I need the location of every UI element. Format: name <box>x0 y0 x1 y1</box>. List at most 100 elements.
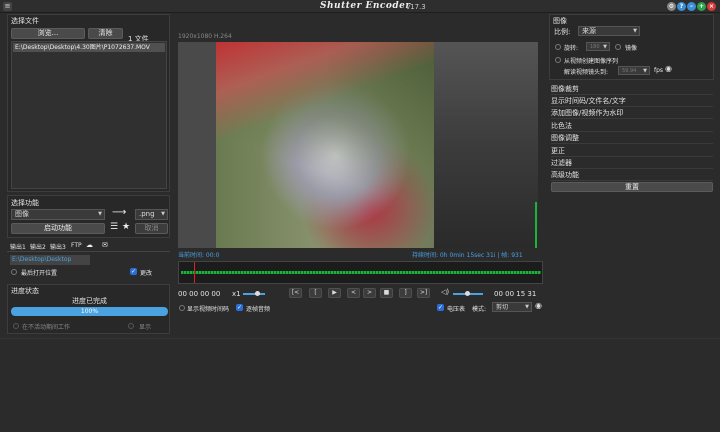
video-preview[interactable] <box>178 42 538 248</box>
image-panel-heading: 图像 <box>553 17 567 25</box>
vu-meter-label: 电压表 <box>447 306 466 313</box>
go-end-button[interactable]: >] <box>417 288 430 298</box>
output-panel: 输出1 输出2 输出3 FTP ☁ ✉ E:\Desktop\Desktop 最… <box>7 241 170 281</box>
change-checkbox[interactable]: ✓ <box>130 268 137 275</box>
progress-panel: 进度状态 进度已完成 100% 在不活动期间工作 显示 <box>7 284 170 334</box>
file-list[interactable]: E:\Desktop\Desktop\4.30图片\P1072637.MOV <box>11 41 167 189</box>
arrow-right-icon: ⟶ <box>112 207 127 218</box>
app-logo-icon: ≡ <box>3 2 12 11</box>
volume-slider[interactable] <box>453 291 483 296</box>
preview-right-bg <box>433 42 538 248</box>
function-panel: 选择功能 图像 ⟶ .png 启动功能 ☰ ★ 取消 <box>7 195 170 238</box>
minimize-button[interactable]: – <box>687 2 696 11</box>
open-last-radio[interactable] <box>11 269 17 275</box>
function-section-heading: 选择功能 <box>11 199 39 207</box>
ratio-label: 比例: <box>554 28 571 36</box>
function-select[interactable]: 图像 <box>11 209 105 220</box>
title-bar: ≡ Shutter Encoder v17.3 ⚙ ? – + × <box>0 0 720 13</box>
inactive-label: 在不活动期间工作 <box>22 324 71 331</box>
menu-item-correction[interactable]: 更正 <box>551 146 713 157</box>
file-section-heading: 选择文件 <box>11 17 39 25</box>
current-time: 当前时间: 00:0 <box>178 252 220 259</box>
format-select[interactable]: .png <box>135 209 168 220</box>
vu-meter-checkbox[interactable]: ✓ <box>437 304 444 311</box>
speed-label: x1 <box>232 290 241 298</box>
prev-frame-button[interactable]: < <box>347 288 360 298</box>
menu-item-colorimetry[interactable]: 比色法 <box>551 121 713 132</box>
mail-icon[interactable]: ✉ <box>102 241 108 249</box>
menu-item-adjust[interactable]: 图像调整 <box>551 133 713 144</box>
tab-output1[interactable]: 输出1 <box>10 242 26 251</box>
timecode-out[interactable]: 00 00 15 31 <box>494 290 536 298</box>
app-title: Shutter Encoder <box>320 1 411 11</box>
display-radio[interactable] <box>128 323 134 329</box>
tab-output3[interactable]: 输出3 <box>50 242 66 251</box>
open-last-label: 最后打开位置 <box>21 270 58 277</box>
vu-meter-left <box>535 202 537 248</box>
menu-item-advanced[interactable]: 高级功能 <box>551 170 713 181</box>
video-info: 1920x1080 H.264 <box>178 33 232 40</box>
show-timecode-label: 显示视频时间码 <box>187 306 230 313</box>
cancel-button[interactable]: 取消 <box>135 223 168 234</box>
progress-percent: 100% <box>80 308 99 315</box>
reset-button[interactable]: 重置 <box>551 182 713 192</box>
output-path[interactable]: E:\Desktop\Desktop <box>10 255 90 265</box>
preview-image <box>216 42 434 248</box>
change-label: 更改 <box>140 270 153 277</box>
settings-icon[interactable]: ⚙ <box>667 2 676 11</box>
rotate-radio[interactable] <box>555 44 561 50</box>
mode-select[interactable]: 剪切 <box>492 302 532 312</box>
inactive-radio[interactable] <box>13 323 19 329</box>
help-icon[interactable]: ? <box>677 2 686 11</box>
progress-bar: 100% <box>11 307 168 316</box>
fps-input[interactable]: 59.94 <box>618 66 650 76</box>
mirror-radio[interactable] <box>615 44 621 50</box>
cloud-icon[interactable]: ☁ <box>86 241 93 249</box>
ratio-select[interactable]: 来源 <box>578 26 640 36</box>
frame-audio-label: 逐帧音频 <box>246 306 271 313</box>
playhead[interactable] <box>194 262 195 283</box>
image-panel: 图像 比例: 来源 旋转: 180 镜像 从视频创建图像序列 解读视频镜头到: … <box>549 14 714 80</box>
file-panel: 选择文件 浏览... 清除 1 文件 E:\Desktop\Desktop\4.… <box>7 14 170 192</box>
mark-out-button[interactable]: ] <box>399 288 412 298</box>
browse-button[interactable]: 浏览... <box>11 28 85 39</box>
volume-icon[interactable]: ◁) <box>441 288 449 296</box>
display-label: 显示 <box>139 324 152 331</box>
timecode-in[interactable]: 00 00 00 00 <box>178 290 220 298</box>
go-start-button[interactable]: [< <box>289 288 302 298</box>
eye-icon[interactable]: ◉ <box>665 64 672 73</box>
menu-item-watermark[interactable]: 添加图像/视频作为水印 <box>551 108 713 119</box>
mode-label: 模式: <box>472 306 487 313</box>
fps-unit: fps <box>654 67 664 74</box>
rotate-select[interactable]: 180 <box>586 42 610 52</box>
start-function-button[interactable]: 启动功能 <box>11 223 105 234</box>
maximize-button[interactable]: + <box>697 2 706 11</box>
tab-ftp[interactable]: FTP <box>71 242 82 249</box>
menu-item-filters[interactable]: 过滤器 <box>551 158 713 169</box>
frame-audio-checkbox[interactable]: ✓ <box>236 304 243 311</box>
timeline[interactable] <box>178 261 543 284</box>
sequence-label: 从视频创建图像序列 <box>564 58 619 65</box>
clear-button[interactable]: 清除 <box>88 28 123 39</box>
show-timecode-radio[interactable] <box>179 305 185 311</box>
list-icon[interactable]: ☰ <box>110 222 118 232</box>
read-header-label: 解读视频镜头到: <box>564 69 609 76</box>
stop-button[interactable]: ■ <box>380 288 393 298</box>
preview-left-bg <box>178 42 218 248</box>
close-button[interactable]: × <box>707 2 716 11</box>
file-list-item[interactable]: E:\Desktop\Desktop\4.30图片\P1072637.MOV <box>13 43 165 52</box>
sequence-radio[interactable] <box>555 57 561 63</box>
star-icon[interactable]: ★ <box>122 222 130 232</box>
menu-item-crop[interactable]: 图像裁剪 <box>551 84 713 95</box>
progress-section-heading: 进度状态 <box>11 287 39 295</box>
next-frame-button[interactable]: > <box>363 288 376 298</box>
menu-item-timecode[interactable]: 显示时间码/文件名/文字 <box>551 96 713 107</box>
speed-slider[interactable] <box>243 291 265 296</box>
play-button[interactable]: ▶ <box>328 288 341 298</box>
progress-status: 进度已完成 <box>72 297 107 305</box>
tab-output2[interactable]: 输出2 <box>30 242 46 251</box>
eye-icon[interactable]: ◉ <box>535 301 542 310</box>
mark-in-button[interactable]: [ <box>309 288 322 298</box>
mirror-label: 镜像 <box>625 45 638 52</box>
bottom-divider <box>0 338 720 339</box>
